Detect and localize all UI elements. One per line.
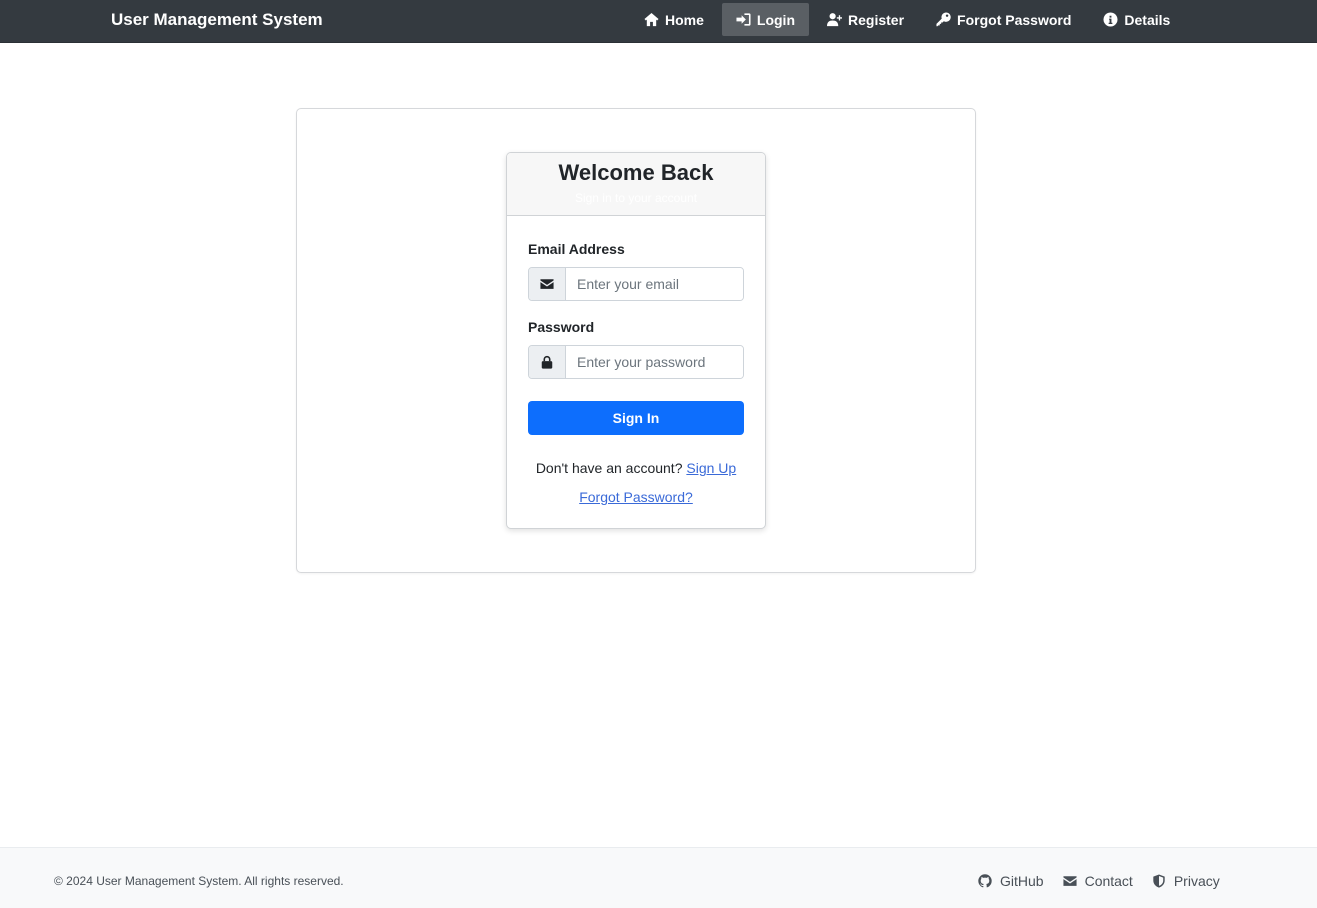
email-input-group — [528, 267, 744, 301]
nav-item-home[interactable]: Home — [630, 3, 718, 36]
nav-item-register[interactable]: Register — [813, 3, 918, 36]
email-label: Email Address — [528, 241, 625, 257]
footer-links: GitHub Contact Privacy — [978, 873, 1239, 889]
nav-item-label: Details — [1124, 11, 1171, 28]
password-addon — [529, 346, 566, 378]
password-label: Password — [528, 319, 595, 335]
brand-link[interactable]: User Management System — [111, 10, 323, 30]
password-input[interactable] — [566, 346, 743, 378]
github-icon — [978, 874, 992, 888]
nav-item-label: Home — [665, 11, 704, 28]
sign-in-icon — [736, 13, 751, 26]
nav-item-label: Forgot Password — [957, 11, 1072, 28]
login-form: Email Address Password Sign In Don't hav… — [507, 241, 765, 505]
key-icon — [936, 12, 951, 27]
home-icon — [644, 12, 659, 27]
lock-icon — [541, 355, 553, 369]
password-input-group — [528, 345, 744, 379]
email-input[interactable] — [566, 268, 743, 300]
signup-prompt-text: Don't have an account? — [535, 460, 683, 476]
login-title: Welcome Back — [558, 160, 714, 185]
sign-up-link[interactable]: Sign Up — [686, 460, 736, 476]
login-card-header: Welcome Back Sign in to your account — [507, 153, 765, 216]
footer-link-label: GitHub — [1000, 873, 1044, 889]
nav-item-details[interactable]: Details — [1089, 3, 1184, 36]
footer-link-contact[interactable]: Contact — [1063, 873, 1133, 889]
top-navbar: User Management System Home Login Regist… — [0, 0, 1317, 43]
footer-link-label: Contact — [1084, 873, 1133, 889]
envelope-icon — [1063, 876, 1077, 886]
login-card: Welcome Back Sign in to your account Ema… — [506, 152, 766, 529]
email-addon — [529, 268, 566, 300]
shield-icon — [1153, 874, 1165, 888]
signup-prompt-line: Don't have an account? Sign Up — [528, 460, 744, 476]
copyright-text: © 2024 User Management System. All right… — [54, 874, 344, 888]
footer-link-label: Privacy — [1173, 873, 1220, 889]
nav-item-label: Register — [848, 11, 905, 28]
forgot-password-line: Forgot Password? — [528, 489, 744, 505]
nav-menu: Home Login Register Forgot Password Deta… — [630, 3, 1188, 36]
nav-item-forgot-password[interactable]: Forgot Password — [922, 3, 1085, 36]
user-plus-icon — [827, 13, 843, 27]
nav-item-login[interactable]: Login — [721, 3, 810, 36]
info-icon — [1103, 12, 1118, 27]
footer-link-privacy[interactable]: Privacy — [1152, 873, 1220, 889]
forgot-password-link[interactable]: Forgot Password? — [579, 489, 693, 505]
envelope-icon — [540, 279, 554, 289]
nav-item-label: Login — [756, 11, 796, 28]
login-subtitle: Sign in to your account — [574, 191, 698, 205]
footer-link-github[interactable]: GitHub — [978, 873, 1044, 889]
footer: © 2024 User Management System. All right… — [0, 847, 1317, 908]
sign-in-button[interactable]: Sign In — [528, 401, 744, 435]
